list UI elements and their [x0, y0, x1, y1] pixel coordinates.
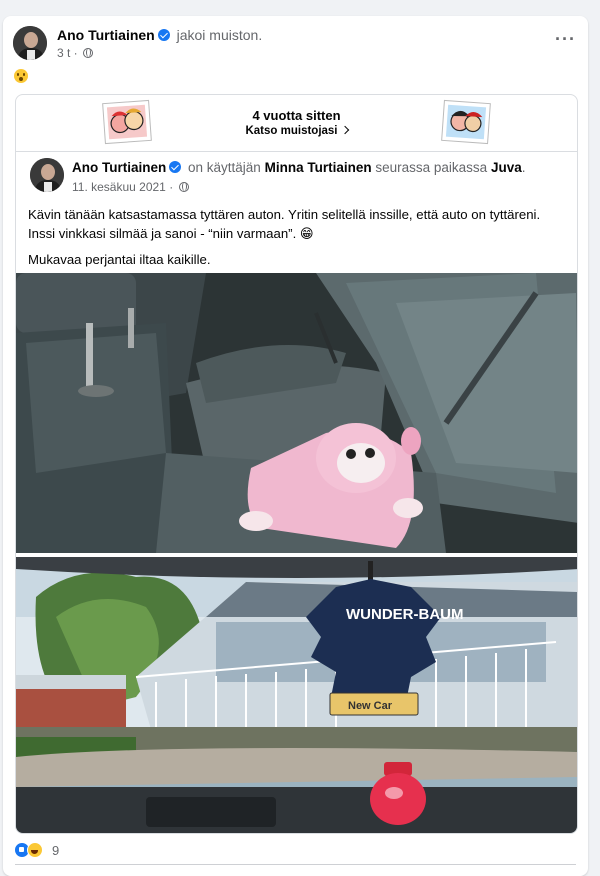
- period: .: [521, 160, 526, 175]
- post-author-line: Ano Turtiainen jakoi muiston.: [57, 27, 262, 43]
- post-paragraph: Mukavaa perjantai iltaa kaikille.: [28, 252, 211, 267]
- original-author-name[interactable]: Ano Turtiainen: [72, 160, 166, 175]
- original-post: Ano Turtiainen on käyttäjän Minna Turtia…: [16, 151, 577, 267]
- chevron-right-icon: [340, 125, 349, 135]
- with-text: on käyttäjän: [188, 160, 261, 175]
- memory-title: 4 vuotta sitten: [252, 108, 341, 123]
- verified-icon: [169, 161, 182, 173]
- reaction-count: 9: [52, 843, 60, 858]
- haha-icon: [27, 842, 43, 858]
- globe-icon: [178, 182, 189, 192]
- post-meta: 3 t ·: [57, 46, 94, 60]
- freshener-brand: WUNDER-BAUM: [346, 606, 463, 623]
- post-card: Ano Turtiainen jakoi muiston. 3 t · ··· …: [3, 16, 588, 876]
- post-paragraph: Kävin tänään katsastamassa tyttären auto…: [28, 207, 541, 241]
- at-text: seurassa paikassa: [375, 160, 488, 175]
- divider: [15, 864, 576, 865]
- photo-windshield[interactable]: WUNDER-BAUM New Car: [16, 557, 577, 833]
- more-icon[interactable]: ···: [555, 30, 576, 48]
- freshener-label: New Car: [348, 700, 393, 712]
- photo-car-seat[interactable]: [16, 273, 577, 553]
- memory-header: 4 vuotta sitten Katso muistojasi: [16, 95, 577, 145]
- original-author-avatar[interactable]: [30, 158, 64, 192]
- memory-card: 4 vuotta sitten Katso muistojasi Ano Tur…: [15, 94, 578, 834]
- verified-icon: [157, 29, 170, 41]
- original-date[interactable]: 11. kesäkuu 2021: [72, 180, 166, 194]
- post-header: Ano Turtiainen jakoi muiston. 3 t · ···: [13, 25, 578, 61]
- original-author-line: Ano Turtiainen on käyttäjän Minna Turtia…: [72, 160, 525, 175]
- tagged-user[interactable]: Minna Turtiainen: [265, 160, 372, 175]
- see-memories-link[interactable]: Katso muistojasi: [16, 125, 577, 137]
- place-link[interactable]: Juva: [491, 160, 522, 175]
- author-avatar[interactable]: [13, 26, 47, 60]
- post-action: jakoi muiston.: [176, 27, 263, 43]
- original-post-text: Kävin tänään katsastamassa tyttären auto…: [28, 205, 568, 276]
- astonished-face-icon: [14, 69, 28, 83]
- see-memories-label: Katso muistojasi: [245, 125, 338, 137]
- author-name[interactable]: Ano Turtiainen: [57, 27, 155, 43]
- original-post-header: Ano Turtiainen on käyttäjän Minna Turtia…: [30, 158, 560, 194]
- kiss-sticker-icon: [441, 99, 491, 145]
- original-meta: 11. kesäkuu 2021 ·: [72, 180, 189, 194]
- post-time[interactable]: 3 t: [57, 46, 70, 60]
- globe-icon: [83, 48, 94, 58]
